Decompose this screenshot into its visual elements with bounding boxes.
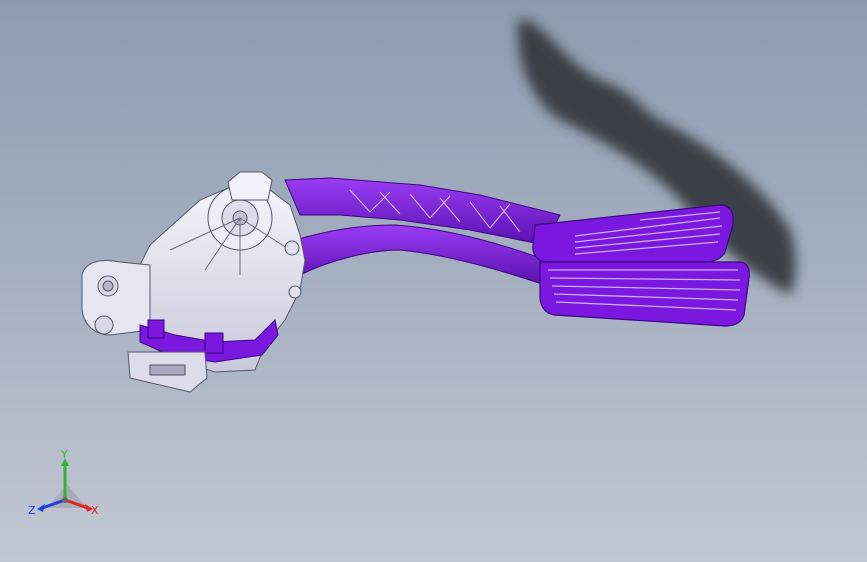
z-axis-label: Z <box>28 504 36 517</box>
mounting-bracket <box>81 260 151 336</box>
x-axis-label: X <box>91 504 99 517</box>
band-clip-2 <box>204 332 224 354</box>
coordinate-triad[interactable]: Y X Z <box>25 448 105 525</box>
model-view[interactable] <box>0 0 867 562</box>
graphics-viewport[interactable]: Y X Z <box>0 0 867 562</box>
bolt-top-inner <box>102 280 114 292</box>
pivot-clip <box>284 240 300 256</box>
top-connector <box>227 171 273 201</box>
y-axis-label: Y <box>61 448 68 461</box>
pivot-clip-lower <box>288 285 302 299</box>
band-clip-1 <box>147 319 165 339</box>
bolt-bottom <box>94 315 114 335</box>
connector-slot <box>149 364 186 376</box>
